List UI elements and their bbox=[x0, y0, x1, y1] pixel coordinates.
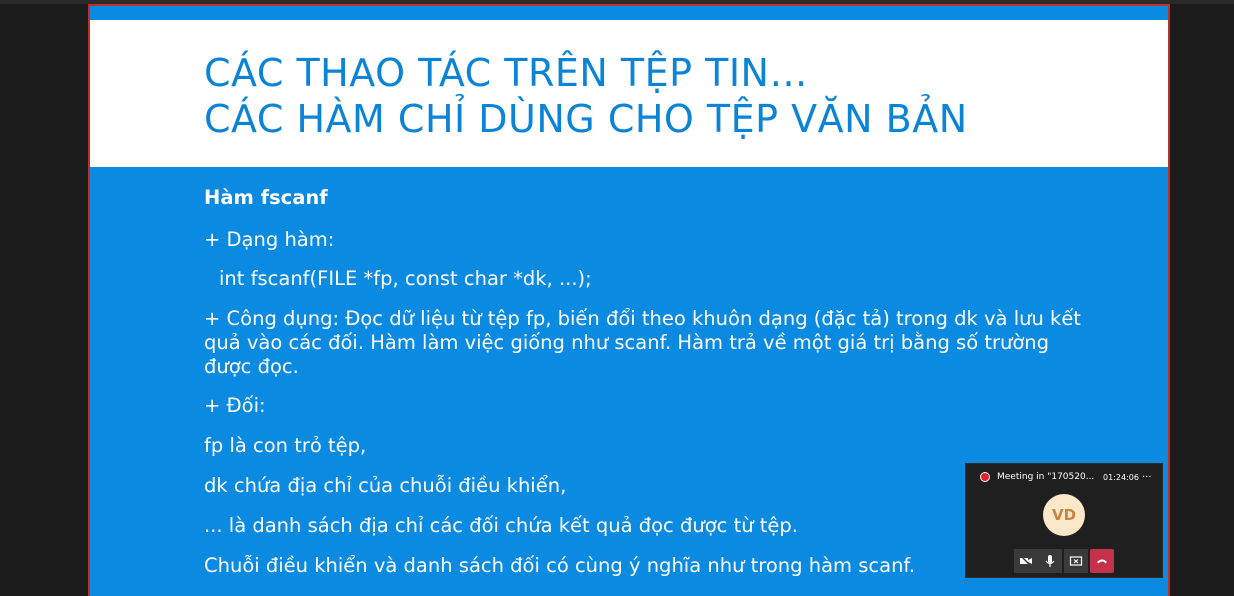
slide-top-accent-bar bbox=[90, 6, 1168, 20]
argument-item: dk chứa địa chỉ của chuỗi điều khiển, bbox=[204, 474, 567, 497]
camera-toggle-button[interactable] bbox=[1014, 549, 1038, 573]
argument-item: ... là danh sách địa chỉ các đối chứa kế… bbox=[204, 514, 798, 537]
share-screen-button[interactable] bbox=[1064, 549, 1088, 573]
meeting-mini-window[interactable]: Meeting in "170520... 01:24:06 ... VD bbox=[965, 463, 1163, 578]
hangup-button[interactable] bbox=[1090, 549, 1114, 573]
camera-off-icon bbox=[1019, 554, 1033, 568]
more-options-button[interactable]: ... bbox=[1142, 469, 1152, 480]
recording-icon bbox=[980, 472, 990, 482]
arguments-label: + Đối: bbox=[204, 394, 266, 417]
usage-paragraph: + Công dụng: Đọc dữ liệu từ tệp fp, biến… bbox=[204, 307, 1081, 378]
microphone-toggle-button[interactable] bbox=[1038, 549, 1062, 573]
argument-item: fp là con trỏ tệp, bbox=[204, 434, 367, 457]
participant-avatar: VD bbox=[1043, 494, 1085, 536]
slide-title-area: CÁC THAO TÁC TRÊN TỆP TIN… CÁC HÀM CHỈ D… bbox=[90, 20, 1168, 167]
syntax-label: + Dạng hàm: bbox=[204, 228, 335, 251]
microphone-icon bbox=[1045, 555, 1055, 567]
slide-title-line-1: CÁC THAO TÁC TRÊN TỆP TIN… bbox=[204, 51, 808, 95]
meeting-title: Meeting in "170520... bbox=[997, 472, 1095, 482]
meeting-timer: 01:24:06 bbox=[1103, 473, 1139, 482]
argument-item: Chuỗi điều khiển và danh sách đối có cùn… bbox=[204, 554, 916, 577]
share-screen-icon bbox=[1069, 556, 1083, 566]
function-syntax: int fscanf(FILE *fp, const char *dk, ...… bbox=[219, 267, 592, 290]
hangup-icon bbox=[1097, 559, 1107, 564]
function-heading: Hàm fscanf bbox=[204, 186, 328, 209]
slide-title: CÁC THAO TÁC TRÊN TỆP TIN… CÁC HÀM CHỈ D… bbox=[204, 50, 968, 142]
slide-title-line-2: CÁC HÀM CHỈ DÙNG CHO TỆP VĂN BẢN bbox=[204, 97, 968, 141]
